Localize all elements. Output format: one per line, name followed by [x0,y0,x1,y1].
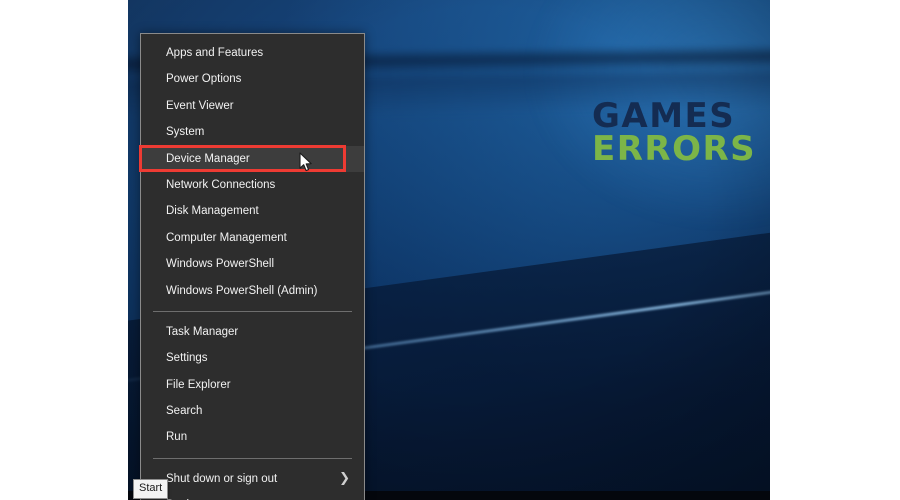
menu-item-settings[interactable]: Settings [141,345,364,371]
power-user-menu[interactable]: Apps and FeaturesPower OptionsEvent View… [140,33,365,500]
menu-separator [153,458,352,459]
menu-item-system[interactable]: System [141,119,364,145]
menu-item-desktop[interactable]: Desktop [141,492,364,500]
menu-item-apps-and-features[interactable]: Apps and Features [141,40,364,66]
start-button-tooltip: Start [133,479,168,499]
menu-item-disk-management[interactable]: Disk Management [141,198,364,224]
menu-item-shut-down-or-sign-out[interactable]: Shut down or sign out❯ [141,466,364,492]
menu-item-power-options[interactable]: Power Options [141,66,364,92]
chevron-right-icon: ❯ [339,466,350,492]
start-tooltip-label: Start [139,482,162,494]
menu-item-event-viewer[interactable]: Event Viewer [141,93,364,119]
screenshot-canvas: GAMES ERRORS Apps and FeaturesPower Opti… [0,0,900,500]
menu-item-search[interactable]: Search [141,398,364,424]
menu-item-windows-powershell[interactable]: Windows PowerShell [141,251,364,277]
menu-item-computer-management[interactable]: Computer Management [141,225,364,251]
menu-item-task-manager[interactable]: Task Manager [141,319,364,345]
watermark-logo: GAMES ERRORS [592,100,764,167]
watermark-line-errors: ERRORS [592,133,764,166]
menu-item-run[interactable]: Run [141,424,364,450]
menu-item-windows-powershell-admin[interactable]: Windows PowerShell (Admin) [141,278,364,304]
menu-separator [153,311,352,312]
menu-item-device-manager[interactable]: Device Manager [141,146,364,172]
menu-item-file-explorer[interactable]: File Explorer [141,372,364,398]
watermark-line-games: GAMES [592,100,764,133]
menu-item-network-connections[interactable]: Network Connections [141,172,364,198]
